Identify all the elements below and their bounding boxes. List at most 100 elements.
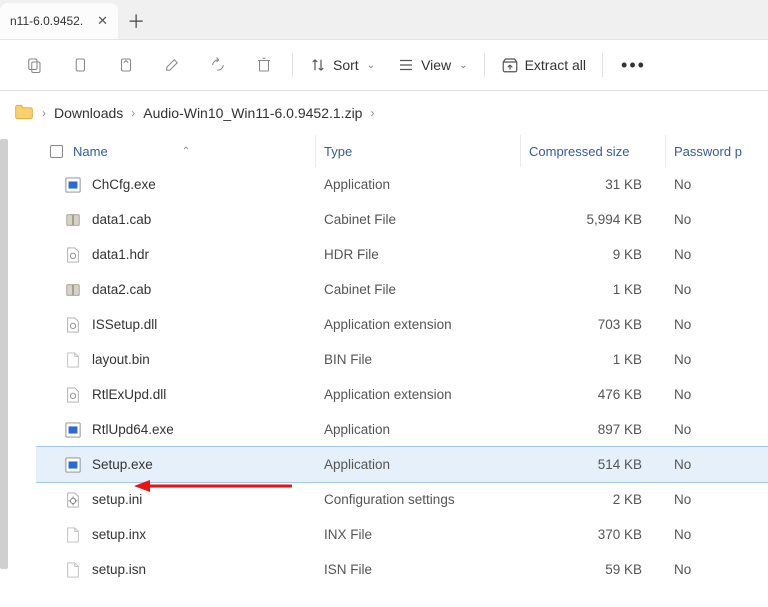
file-icon [64,491,82,509]
file-type: INX File [316,527,521,542]
breadcrumb[interactable]: › Downloads › Audio-Win10_Win11-6.0.9452… [0,91,768,135]
sort-indicator-icon: ⌃ [182,146,190,157]
content-area: Name ⌃ Type Compressed size Password p C… [0,135,768,607]
file-type: Cabinet File [316,282,521,297]
sort-icon [309,56,327,74]
breadcrumb-item[interactable]: Audio-Win10_Win11-6.0.9452.1.zip [143,105,362,121]
toolbar: Sort ⌄ View ⌄ Extract all ••• [0,40,768,90]
chevron-down-icon: ⌄ [459,60,467,71]
file-name: data1.cab [92,212,151,227]
file-icon [64,316,82,334]
file-name: RtlExUpd.dll [92,387,166,402]
close-tab-icon[interactable]: ✕ [97,13,108,29]
column-label: Compressed size [529,144,629,159]
share-button[interactable] [196,47,240,83]
column-size[interactable]: Compressed size [521,135,666,167]
file-size: 59 KB [521,562,666,577]
file-password: No [666,177,768,192]
file-icon [64,561,82,579]
view-icon [397,56,415,74]
toolbar-separator [602,53,603,77]
file-password: No [666,212,768,227]
file-name: RtlUpd64.exe [92,422,174,437]
file-name: setup.ini [92,492,142,507]
copy-button[interactable] [58,47,102,83]
file-name: data1.hdr [92,247,149,262]
view-button[interactable]: View ⌄ [387,47,477,83]
file-name: setup.inx [92,527,146,542]
column-type[interactable]: Type [316,135,521,167]
extract-label: Extract all [525,57,586,73]
file-type: Application extension [316,317,521,332]
file-password: No [666,562,768,577]
file-size: 370 KB [521,527,666,542]
rename-button[interactable] [150,47,194,83]
extract-all-button[interactable]: Extract all [491,47,596,83]
file-password: No [666,422,768,437]
file-size: 897 KB [521,422,666,437]
file-type: HDR File [316,247,521,262]
paste-button[interactable] [104,47,148,83]
file-row[interactable]: data2.cab Cabinet File1 KBNo [36,272,768,307]
file-name: ChCfg.exe [92,177,156,192]
file-type: Configuration settings [316,492,521,507]
toolbar-separator [292,53,293,77]
file-type: Application [316,177,521,192]
file-size: 514 KB [521,457,666,472]
file-row[interactable]: setup.iniConfiguration settings2 KBNo [36,482,768,517]
sort-button[interactable]: Sort ⌄ [299,47,385,83]
file-row[interactable]: layout.bin BIN File1 KBNo [36,342,768,377]
file-row[interactable]: ChCfg.exeApplication31 KBNo [36,167,768,202]
file-password: No [666,387,768,402]
column-name[interactable]: Name ⌃ [36,135,316,167]
new-tab-button[interactable]: ＋ [118,3,154,39]
delete-button[interactable] [242,47,286,83]
column-label: Password p [674,144,742,159]
file-size: 1 KB [521,352,666,367]
file-icon [64,421,82,439]
scrollbar[interactable] [0,139,8,569]
file-name: setup.isn [92,562,146,577]
file-icon [64,386,82,404]
file-row[interactable]: setup.isn ISN File59 KBNo [36,552,768,587]
file-row[interactable]: RtlUpd64.exeApplication897 KBNo [36,412,768,447]
file-name: data2.cab [92,282,151,297]
column-label: Name [73,144,108,159]
file-password: No [666,317,768,332]
file-password: No [666,492,768,507]
select-all-checkbox[interactable] [50,145,63,158]
file-password: No [666,457,768,472]
file-row[interactable]: data1.hdrHDR File9 KBNo [36,237,768,272]
file-icon [64,456,82,474]
column-label: Type [324,144,352,159]
view-label: View [421,57,451,73]
more-options-button[interactable]: ••• [609,55,658,76]
window-tab[interactable]: n11-6.0.9452. ✕ [0,3,118,39]
file-name: layout.bin [92,352,150,367]
file-name: Setup.exe [92,457,153,472]
file-type: BIN File [316,352,521,367]
file-size: 703 KB [521,317,666,332]
file-row[interactable]: RtlExUpd.dll Application extension476 KBN… [36,377,768,412]
column-password[interactable]: Password p [666,135,768,167]
file-size: 1 KB [521,282,666,297]
file-icon [64,351,82,369]
file-row[interactable]: data1.cabCabinet File5,994 KBNo [36,202,768,237]
file-row[interactable]: Setup.exeApplication514 KBNo [36,447,768,482]
file-icon [64,281,82,299]
file-row[interactable]: ISSetup.dll Application extension703 KBNo [36,307,768,342]
file-password: No [666,247,768,262]
file-name: ISSetup.dll [92,317,157,332]
file-type: ISN File [316,562,521,577]
file-type: Application extension [316,387,521,402]
file-password: No [666,282,768,297]
file-password: No [666,352,768,367]
file-row[interactable]: setup.inxINX File370 KBNo [36,517,768,552]
tab-title: n11-6.0.9452. [10,14,83,28]
file-icon [64,246,82,264]
file-icon [64,211,82,229]
file-icon [64,526,82,544]
file-size: 476 KB [521,387,666,402]
cut-button[interactable] [12,47,56,83]
breadcrumb-item[interactable]: Downloads [54,105,123,121]
